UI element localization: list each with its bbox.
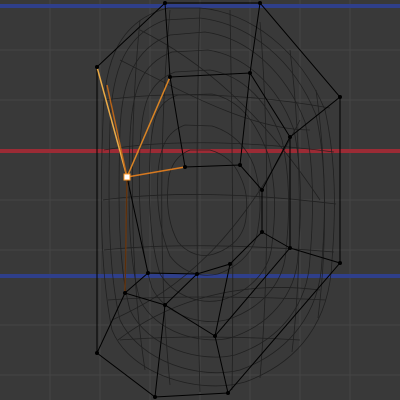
vertex[interactable] [95,351,99,355]
viewport-canvas[interactable] [0,0,400,400]
vertex[interactable] [163,1,167,5]
selected-edges [96,66,186,294]
vertex[interactable] [338,95,342,99]
vertex[interactable] [260,230,264,234]
vertex[interactable] [228,262,232,266]
vertex[interactable] [146,271,150,275]
vertex[interactable] [213,334,217,338]
vertex[interactable] [123,291,127,295]
vertex[interactable] [226,391,230,395]
vertex[interactable] [168,75,172,79]
vertex[interactable] [183,165,187,169]
vertex[interactable] [288,135,292,139]
vertex[interactable] [95,65,99,69]
vertex[interactable] [195,272,199,276]
selected-vertex[interactable] [123,173,131,181]
vertex[interactable] [238,163,242,167]
vertex[interactable] [260,188,264,192]
3d-viewport[interactable] [0,0,400,400]
vertex[interactable] [258,1,262,5]
vertex[interactable] [288,246,292,250]
vertex[interactable] [338,261,342,265]
vertex[interactable] [153,395,157,399]
vertex[interactable] [163,303,167,307]
vertex[interactable] [248,71,252,75]
cage-inner-ring [126,164,263,275]
